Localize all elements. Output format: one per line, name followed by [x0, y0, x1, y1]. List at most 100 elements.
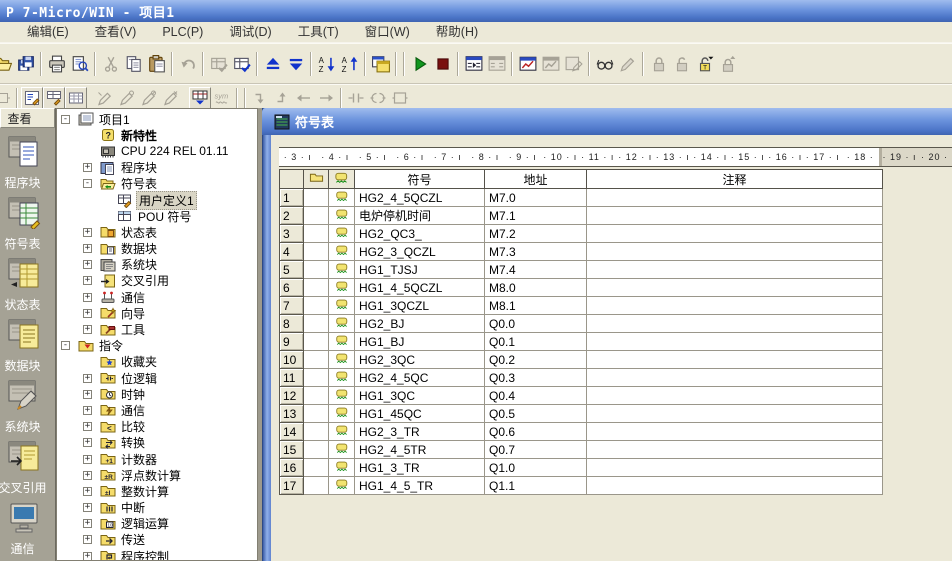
cell-address[interactable]: M7.4 — [485, 261, 587, 279]
run-button[interactable] — [408, 51, 431, 77]
tree-item-bit-logic[interactable]: +位逻辑 — [57, 370, 257, 386]
cell-address[interactable]: Q0.1 — [485, 333, 587, 351]
expand-icon[interactable]: + — [83, 535, 92, 544]
tree-item-interrupt[interactable]: +中断 — [57, 500, 257, 516]
paste-button[interactable] — [145, 51, 168, 77]
insert-branch-button[interactable] — [116, 87, 138, 109]
navigation-bar-header[interactable]: 查看 — [0, 108, 55, 128]
cell-symbol[interactable]: HG2_4_5QC — [355, 369, 485, 387]
menu-tools[interactable]: 工具(T) — [285, 22, 352, 42]
cell-address[interactable]: Q1.0 — [485, 459, 587, 477]
tree-item-program-control[interactable]: +程序控制 — [57, 548, 257, 561]
tree-item-move[interactable]: +传送 — [57, 532, 257, 548]
menu-edit[interactable]: 编辑(E) — [14, 22, 82, 42]
force-pen-button[interactable] — [616, 51, 639, 77]
cell-symbol[interactable]: HG1_3_TR — [355, 459, 485, 477]
print-preview-button[interactable] — [68, 51, 91, 77]
cell-comment[interactable] — [587, 207, 883, 225]
cell-symbol[interactable]: HG2_3_TR — [355, 423, 485, 441]
cell-symbol[interactable]: HG1_4_5_TR — [355, 477, 485, 495]
cell-symbol[interactable]: HG1_3QC — [355, 387, 485, 405]
cell-comment[interactable] — [587, 369, 883, 387]
cell-comment[interactable] — [587, 387, 883, 405]
cell-symbol[interactable]: HG1_4_5QCZL — [355, 279, 485, 297]
row-number[interactable]: 10 — [280, 351, 304, 369]
symbolic-addressing-button[interactable]: sym — [211, 87, 233, 109]
compile-all-button[interactable] — [230, 51, 253, 77]
row-number[interactable]: 2 — [280, 207, 304, 225]
cell-symbol[interactable]: HG2_BJ — [355, 315, 485, 333]
insert-network-button[interactable] — [94, 87, 116, 109]
menu-help[interactable]: 帮助(H) — [423, 22, 491, 42]
cell-symbol[interactable]: HG2_3QC — [355, 351, 485, 369]
sort-descending-button[interactable]: AZ — [338, 51, 361, 77]
expand-icon[interactable]: + — [83, 552, 92, 561]
delete-branch-button[interactable] — [138, 87, 160, 109]
stop-button[interactable] — [431, 51, 454, 77]
cell-address[interactable]: Q0.0 — [485, 315, 587, 333]
expand-icon[interactable]: + — [83, 228, 92, 237]
cell-symbol[interactable]: HG1_45QC — [355, 405, 485, 423]
row-number[interactable]: 12 — [280, 387, 304, 405]
cell-comment[interactable] — [587, 189, 883, 207]
branch-up-button[interactable] — [271, 87, 293, 109]
tree-item-status-chart[interactable]: +状态表 — [57, 224, 257, 240]
compile-button[interactable] — [207, 51, 230, 77]
tree-item-logical-operations[interactable]: +10逻辑运算 — [57, 516, 257, 532]
sidebar-item-cross-reference[interactable]: 交叉引用 — [0, 433, 55, 494]
cell-comment[interactable] — [587, 459, 883, 477]
cell-address[interactable]: M7.0 — [485, 189, 587, 207]
cell-address[interactable]: Q0.6 — [485, 423, 587, 441]
menu-debug[interactable]: 调试(D) — [216, 22, 284, 42]
row-number[interactable]: 7 — [280, 297, 304, 315]
row-number[interactable]: 5 — [280, 261, 304, 279]
tree-item-wizards[interactable]: +向导 — [57, 305, 257, 321]
expand-icon[interactable]: + — [83, 406, 92, 415]
row-number[interactable]: 3 — [280, 225, 304, 243]
view-forced-button[interactable] — [593, 51, 616, 77]
cell-comment[interactable] — [587, 423, 883, 441]
cell-comment[interactable] — [587, 297, 883, 315]
tree-item-system-block[interactable]: +系统块 — [57, 257, 257, 273]
sidebar-item-program-block[interactable]: 程序块 — [0, 128, 55, 189]
box-button[interactable] — [389, 87, 411, 109]
sidebar-item-symbol-table[interactable]: 符号表 — [0, 189, 55, 250]
tree-item-data-block[interactable]: +数据块 — [57, 241, 257, 257]
tree-item-program-block[interactable]: +程序块 — [57, 160, 257, 176]
view-status-editor-button[interactable] — [65, 87, 87, 109]
view-program-editor-button[interactable] — [21, 87, 43, 109]
tree-item-cross-reference[interactable]: +交叉引用 — [57, 273, 257, 289]
expand-icon[interactable]: + — [83, 487, 92, 496]
box-partial-button[interactable] — [0, 87, 13, 109]
line-left-button[interactable] — [293, 87, 315, 109]
cell-address[interactable]: M8.0 — [485, 279, 587, 297]
cell-address[interactable]: M7.3 — [485, 243, 587, 261]
collapse-icon[interactable]: - — [61, 115, 70, 124]
branch-down-button[interactable] — [249, 87, 271, 109]
tree-item-convert[interactable]: +转换 — [57, 435, 257, 451]
cell-comment[interactable] — [587, 405, 883, 423]
cell-address[interactable]: M8.1 — [485, 297, 587, 315]
row-number[interactable]: 14 — [280, 423, 304, 441]
cell-symbol[interactable]: HG2_3_QCZL — [355, 243, 485, 261]
cell-address[interactable]: M7.2 — [485, 225, 587, 243]
menu-plc[interactable]: PLC(P) — [149, 22, 216, 42]
menu-view[interactable]: 查看(V) — [82, 22, 150, 42]
tree-item-clock[interactable]: +时钟 — [57, 386, 257, 402]
cell-address[interactable]: Q0.2 — [485, 351, 587, 369]
program-status-button[interactable] — [462, 51, 485, 77]
cell-symbol[interactable]: HG1_3QCZL — [355, 297, 485, 315]
sidebar-item-status-chart[interactable]: 状态表 — [0, 250, 55, 311]
tree-item-integer-math[interactable]: +±I整数计算 — [57, 483, 257, 499]
sidebar-item-system-block[interactable]: 系统块 — [0, 372, 55, 433]
download-button[interactable] — [284, 51, 307, 77]
expand-icon[interactable]: + — [83, 390, 92, 399]
tree-item-pou-symbols[interactable]: POU 符号 — [57, 208, 257, 224]
cell-comment[interactable] — [587, 315, 883, 333]
read-force-button[interactable] — [716, 51, 739, 77]
save-all-button[interactable] — [14, 51, 37, 77]
expand-icon[interactable]: + — [83, 260, 92, 269]
unforce-lock-button[interactable] — [670, 51, 693, 77]
tree-item-cpu[interactable]: CPU 224 REL 01.11 — [57, 143, 257, 159]
copy-button[interactable] — [122, 51, 145, 77]
